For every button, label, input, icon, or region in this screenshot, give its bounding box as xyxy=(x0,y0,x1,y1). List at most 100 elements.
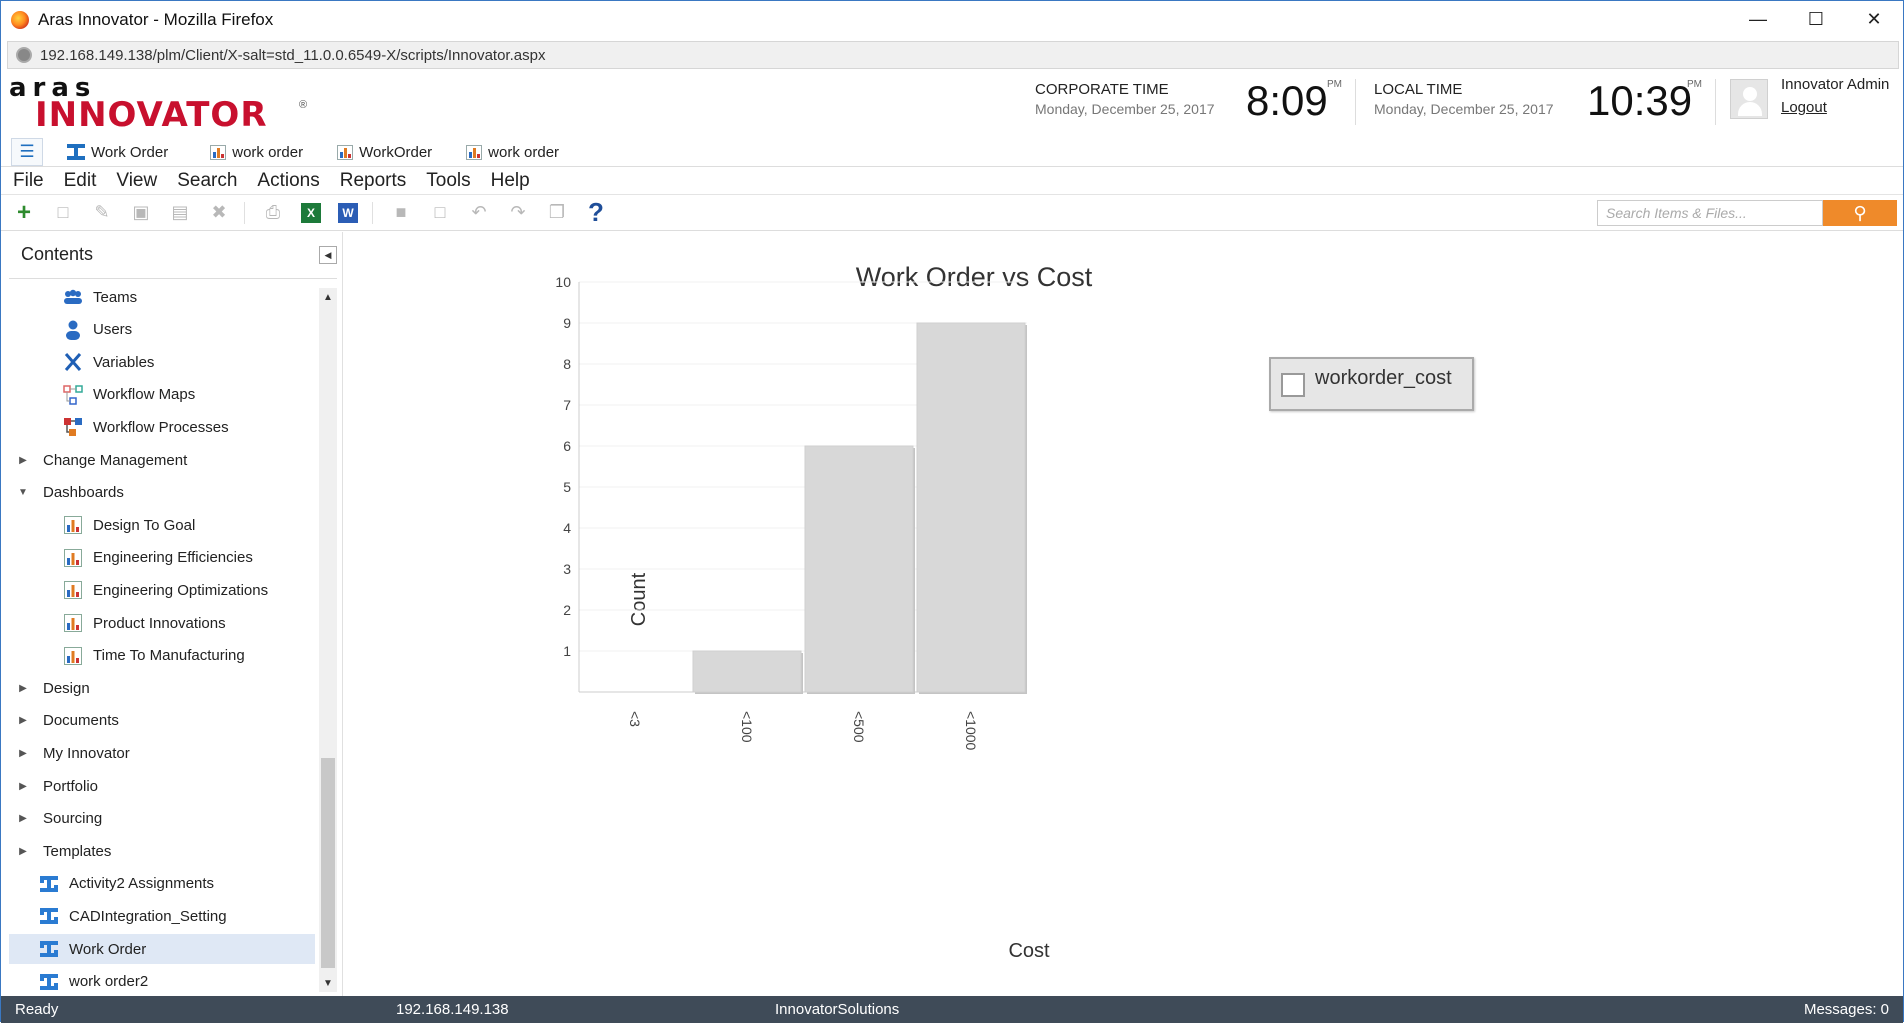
sidebar-item-activity2-assignments[interactable]: Activity2 Assignments xyxy=(9,869,315,899)
sidebar-item-documents[interactable]: ▶ Documents xyxy=(9,706,315,736)
dashboard-chart-icon xyxy=(63,515,83,535)
excel-export-icon[interactable]: X xyxy=(301,202,321,223)
site-info-icon[interactable] xyxy=(16,47,32,63)
menu-actions[interactable]: Actions xyxy=(247,170,329,192)
sidebar-item-engineering-efficiencies[interactable]: Engineering Efficiencies xyxy=(9,543,315,573)
sidebar-item-work-order[interactable]: Work Order xyxy=(9,934,315,964)
tab-work-order[interactable]: Work Order xyxy=(57,138,184,166)
scroll-up-icon[interactable]: ▲ xyxy=(319,288,337,306)
menu-search[interactable]: Search xyxy=(167,170,247,192)
chart-x-tick-label: <100 xyxy=(739,711,755,743)
chart-y-tick-label: 7 xyxy=(563,397,571,413)
view-icon[interactable]: □ xyxy=(52,202,74,224)
lock-icon[interactable]: ■ xyxy=(390,202,412,224)
dashboard-panel: Work Order vs Cost Count Cost 1234567891… xyxy=(349,232,1903,996)
caret-down-icon[interactable]: ▼ xyxy=(17,487,29,498)
sidebar-item-change-management[interactable]: ▶ Change Management xyxy=(9,445,315,475)
minimize-button[interactable]: — xyxy=(1729,1,1787,38)
maximize-button[interactable]: ☐ xyxy=(1787,1,1845,38)
sidebar-item-design-to-goal[interactable]: Design To Goal xyxy=(9,510,315,540)
sidebar-item-portfolio[interactable]: ▶ Portfolio xyxy=(9,771,315,801)
sidebar-item-users[interactable]: Users xyxy=(9,315,315,345)
hamburger-menu-icon[interactable]: ☰ xyxy=(11,138,43,166)
dashboard-chart-icon xyxy=(63,646,83,666)
itemtype-icon xyxy=(39,874,59,894)
promote-icon[interactable]: ↷ xyxy=(507,202,529,224)
sidebar-item-my-innovator[interactable]: ▶ My Innovator xyxy=(9,738,315,768)
sidebar-item-time-to-manufacturing[interactable]: Time To Manufacturing xyxy=(9,641,315,671)
search-icon[interactable]: ⚲ xyxy=(1823,200,1897,226)
unlock-icon[interactable]: □ xyxy=(429,202,451,224)
word-export-icon[interactable]: W xyxy=(338,202,358,223)
tab-work-order-dashboard-2[interactable]: work order xyxy=(456,138,575,166)
sidebar-item-templates[interactable]: ▶ Templates xyxy=(9,836,315,866)
chart-bar xyxy=(692,650,802,693)
caret-right-icon[interactable]: ▶ xyxy=(17,781,29,792)
scroll-down-icon[interactable]: ▼ xyxy=(319,974,337,992)
sidebar-item-sourcing[interactable]: ▶ Sourcing xyxy=(9,804,315,834)
sidebar-item-label: Templates xyxy=(43,842,112,860)
delete-icon[interactable]: ✖ xyxy=(208,202,230,224)
sidebar-scrollbar[interactable]: ▲ ▼ xyxy=(319,288,337,992)
corporate-time-date: Monday, December 25, 2017 xyxy=(1035,101,1215,117)
menu-file[interactable]: File xyxy=(1,170,54,192)
print-icon[interactable]: ⎙ xyxy=(262,202,284,224)
caret-right-icon[interactable]: ▶ xyxy=(17,846,29,857)
menu-edit[interactable]: Edit xyxy=(54,170,107,192)
caret-right-icon[interactable]: ▶ xyxy=(17,683,29,694)
save-close-icon[interactable]: ▤ xyxy=(169,202,191,224)
collapse-sidebar-icon[interactable]: ◀ xyxy=(319,246,337,264)
close-button[interactable]: ✕ xyxy=(1845,1,1903,38)
sidebar-item-dashboards[interactable]: ▼ Dashboards xyxy=(9,478,315,508)
sidebar-item-cadintegration-setting[interactable]: CADIntegration_Setting xyxy=(9,901,315,931)
menu-reports[interactable]: Reports xyxy=(330,170,417,192)
sidebar-item-workflow-maps[interactable]: Workflow Maps xyxy=(9,380,315,410)
search-input[interactable]: Search Items & Files... xyxy=(1597,200,1823,226)
sidebar-item-design[interactable]: ▶ Design xyxy=(9,673,315,703)
firefox-icon xyxy=(11,10,29,29)
address-bar[interactable]: 192.168.149.138/plm/Client/X-salt=std_11… xyxy=(7,41,1899,69)
sidebar-item-label: Change Management xyxy=(43,451,188,469)
menu-help[interactable]: Help xyxy=(481,170,540,192)
caret-right-icon[interactable]: ▶ xyxy=(17,748,29,759)
dashboard-chart-icon xyxy=(63,613,83,633)
scroll-thumb[interactable] xyxy=(321,758,335,968)
save-icon[interactable]: ▣ xyxy=(130,202,152,224)
corporate-time-value: 8:09 xyxy=(1246,77,1328,124)
sidebar-item-teams[interactable]: Teams xyxy=(9,282,315,312)
legend-swatch[interactable] xyxy=(1281,373,1305,397)
status-bar: Ready 192.168.149.138 InnovatorSolutions… xyxy=(1,996,1903,1023)
sidebar-item-label: Work Order xyxy=(69,940,147,958)
user-name: Innovator Admin xyxy=(1781,76,1890,93)
header-divider xyxy=(1355,79,1356,125)
caret-right-icon[interactable]: ▶ xyxy=(17,715,29,726)
tab-work-order-dashboard[interactable]: work order xyxy=(200,138,319,166)
menu-view[interactable]: View xyxy=(106,170,167,192)
sidebar-item-workflow-processes[interactable]: Workflow Processes xyxy=(9,412,315,442)
logout-link[interactable]: Logout xyxy=(1781,99,1827,116)
sidebar-item-variables[interactable]: Variables xyxy=(9,347,315,377)
edit-icon[interactable]: ✎ xyxy=(91,202,113,224)
caret-right-icon[interactable]: ▶ xyxy=(17,813,29,824)
sidebar-item-label: Activity2 Assignments xyxy=(69,875,215,893)
dashboard-chart-icon xyxy=(466,144,483,160)
menu-tools[interactable]: Tools xyxy=(416,170,480,192)
url-text[interactable]: 192.168.149.138/plm/Client/X-salt=std_11… xyxy=(40,47,545,64)
sidebar-item-work-order2[interactable]: work order2 xyxy=(9,967,315,997)
tab-workorder-dashboard[interactable]: WorkOrder xyxy=(327,138,448,166)
workflow-map-icon xyxy=(63,385,83,405)
chart-legend[interactable]: workorder_cost xyxy=(1269,357,1474,411)
chart-y-tick-label: 4 xyxy=(563,520,571,536)
sidebar-title: Contents xyxy=(21,244,94,264)
local-time-ampm: PM xyxy=(1687,79,1702,90)
new-item-icon[interactable]: + xyxy=(13,199,35,226)
avatar[interactable] xyxy=(1730,79,1768,119)
sidebar-item-engineering-optimizations[interactable]: Engineering Optimizations xyxy=(9,575,315,605)
undo-icon[interactable]: ↶ xyxy=(468,202,490,224)
status-messages: Messages: 0 xyxy=(1803,1001,1889,1018)
help-icon[interactable]: ? xyxy=(585,197,607,227)
copy-icon[interactable]: ❐ xyxy=(546,202,568,224)
sidebar-item-product-innovations[interactable]: Product Innovations xyxy=(9,608,315,638)
local-time-label: LOCAL TIME xyxy=(1374,81,1463,98)
caret-right-icon[interactable]: ▶ xyxy=(17,455,29,466)
